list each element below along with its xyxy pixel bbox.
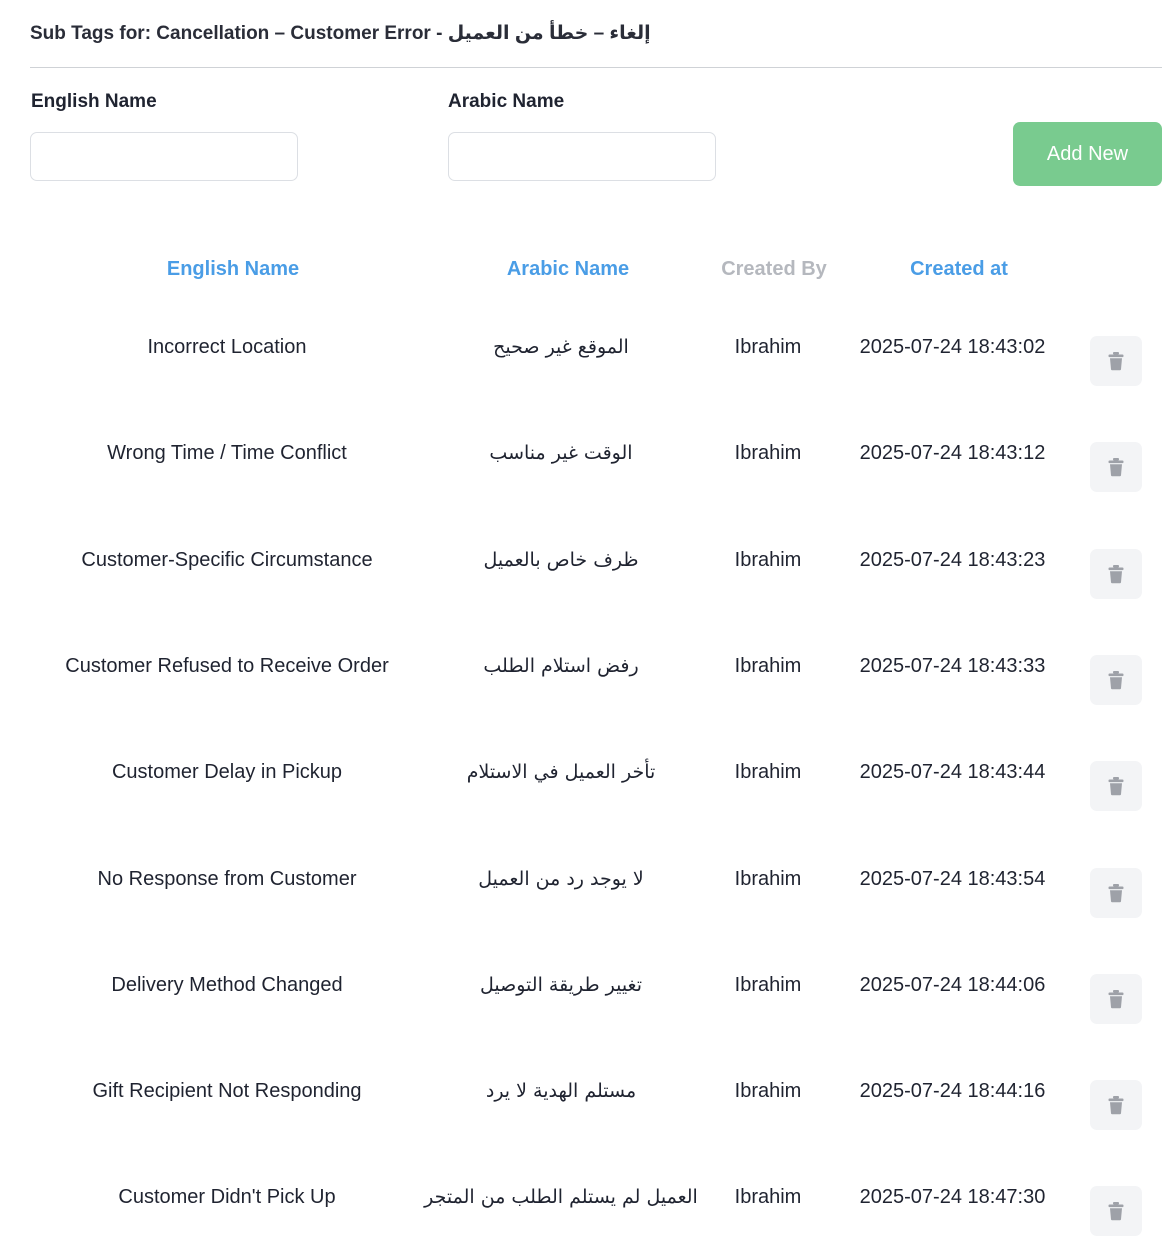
delete-button[interactable] [1090, 654, 1142, 705]
cell-created-at: 2025-07-24 18:43:23 [859, 548, 1046, 571]
english-name-label: English Name [31, 91, 157, 112]
cell-created-by: Ibrahim [734, 1080, 802, 1103]
header-divider [30, 67, 1162, 68]
delete-button[interactable] [1090, 1186, 1142, 1237]
arabic-name-input[interactable] [448, 132, 716, 181]
trash-icon [1108, 989, 1124, 1008]
cell-english-name: Delivery Method Changed [111, 973, 343, 996]
cell-arabic-name: ظرف خاص بالعميل [483, 548, 639, 571]
trash-icon [1108, 352, 1124, 371]
cell-created-at: 2025-07-24 18:44:16 [859, 1080, 1046, 1103]
trash-icon [1108, 458, 1124, 477]
column-header-arabic-name[interactable]: Arabic Name [463, 258, 673, 281]
delete-button[interactable] [1090, 442, 1142, 493]
cell-arabic-name: تأخر العميل في الاستلام [466, 761, 656, 784]
delete-button[interactable] [1090, 548, 1142, 599]
cell-arabic-name: مستلم الهدية لا يرد [485, 1080, 637, 1103]
cell-english-name: Incorrect Location [147, 336, 307, 358]
cell-created-by: Ibrahim [734, 867, 802, 890]
table-row: Customer Didn't Pick Up العميل لم يستلم ا… [0, 1184, 1176, 1244]
cell-english-name: Customer Refused to Receive Order [65, 654, 389, 677]
table-row: Incorrect Location الموقع غير صحيح Ibrahim… [0, 334, 1176, 394]
cell-english-name: Customer Delay in Pickup [111, 761, 343, 784]
cell-english-name: Customer Didn't Pick Up [118, 1186, 336, 1209]
table-row: No Response from Customer لا يوجد رد من ا… [0, 866, 1176, 926]
trash-icon [1108, 564, 1124, 583]
cell-created-by: Ibrahim [734, 336, 802, 358]
cell-arabic-name: رفض استلام الطلب [483, 654, 639, 677]
table-row: Gift Recipient Not Responding مستلم الهدي… [0, 1078, 1176, 1138]
cell-created-by: Ibrahim [734, 442, 802, 465]
trash-icon [1108, 670, 1124, 690]
cell-english-name: Gift Recipient Not Responding [92, 1080, 362, 1103]
cell-arabic-name: لا يوجد رد من العميل [478, 867, 644, 890]
delete-button[interactable] [1090, 973, 1142, 1024]
cell-arabic-name: تغيير طريقة التوصيل [479, 973, 643, 996]
table-row: Customer Refused to Receive Order رفض است… [0, 653, 1176, 713]
page-title: Sub Tags for: Cancellation – Customer Er… [30, 23, 651, 44]
trash-icon [1108, 1096, 1124, 1115]
cell-created-at: 2025-07-24 18:43:54 [859, 867, 1046, 890]
cell-arabic-name: الموقع غير صحيح [493, 336, 629, 358]
cell-arabic-name: العميل لم يستلم الطلب من المتجر [424, 1186, 698, 1209]
trash-icon [1108, 883, 1124, 902]
table-row: Delivery Method Changed تغيير طريقة التوص… [0, 972, 1176, 1032]
trash-icon [1108, 1202, 1124, 1221]
english-name-input[interactable] [30, 132, 298, 181]
delete-button[interactable] [1090, 761, 1142, 812]
arabic-name-label: Arabic Name [448, 91, 565, 112]
column-header-english-name[interactable]: English Name [63, 258, 403, 281]
column-header-created-by: Created By [721, 258, 827, 280]
column-header-created-at[interactable]: Created at [859, 258, 1059, 281]
delete-button[interactable] [1090, 867, 1142, 918]
table-row: Wrong Time / Time Conflict الوقت غير مناس… [0, 440, 1176, 500]
cell-created-at: 2025-07-24 18:43:44 [859, 761, 1046, 784]
cell-created-by: Ibrahim [734, 548, 802, 571]
cell-created-by: Ibrahim [734, 761, 802, 784]
cell-created-at: 2025-07-24 18:43:12 [859, 442, 1046, 465]
cell-created-at: 2025-07-24 18:43:02 [859, 336, 1046, 358]
cell-created-by: Ibrahim [734, 654, 802, 677]
cell-english-name: No Response from Customer [97, 867, 357, 890]
cell-created-by: Ibrahim [734, 973, 802, 996]
delete-button[interactable] [1090, 1080, 1142, 1131]
cell-english-name: Wrong Time / Time Conflict [107, 442, 347, 465]
table-row: Customer-Specific Circumstance ظرف خاص با… [0, 547, 1176, 607]
cell-created-by: Ibrahim [734, 1186, 802, 1209]
cell-created-at: 2025-07-24 18:44:06 [859, 973, 1046, 996]
trash-icon [1108, 777, 1124, 796]
cell-arabic-name: الوقت غير مناسب [489, 442, 633, 465]
cell-created-at: 2025-07-24 18:47:30 [859, 1186, 1046, 1209]
delete-button[interactable] [1090, 336, 1142, 386]
cell-english-name: Customer-Specific Circumstance [81, 548, 373, 571]
table-row: Customer Delay in Pickup تأخر العميل في ا… [0, 759, 1176, 819]
add-new-button[interactable]: Add New [1013, 122, 1162, 186]
cell-created-at: 2025-07-24 18:43:33 [859, 654, 1046, 677]
